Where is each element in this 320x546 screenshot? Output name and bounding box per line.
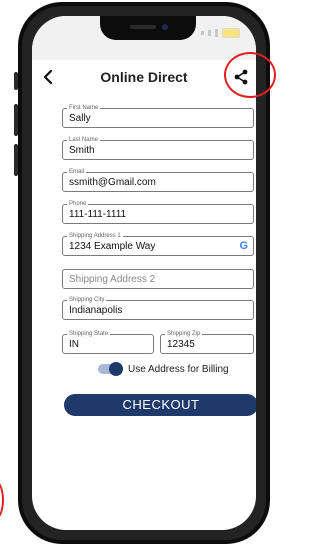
billing-toggle-label: Use Address for Billing <box>128 363 229 375</box>
last-name-value: Smith <box>69 145 95 156</box>
battery-icon <box>222 28 240 38</box>
shipping-city-field[interactable]: Shipping City Indianapolis <box>62 296 254 320</box>
signal-icon <box>208 30 211 36</box>
nav-bar: Online Direct <box>32 60 256 94</box>
page-title: Online Direct <box>100 69 188 85</box>
shipping-zip-label: Shipping Zip <box>165 330 203 338</box>
notch <box>100 16 196 40</box>
shipping-address-1-label: Shipping Address 1 <box>67 232 123 240</box>
shipping-address-2-field[interactable]: Shipping Address 2 <box>62 269 254 289</box>
shipping-address-1-field[interactable]: Shipping Address 1 1234 Example Way G <box>62 232 254 256</box>
email-field[interactable]: Email ssmith@Gmail.com <box>62 168 254 192</box>
shipping-state-value: IN <box>69 339 79 350</box>
shipping-city-label: Shipping City <box>67 296 107 304</box>
phone-field[interactable]: Phone 111-111-1111 <box>62 200 254 224</box>
email-label: Email <box>67 168 87 176</box>
shipping-city-value: Indianapolis <box>69 305 123 316</box>
checkout-button[interactable]: CHECKOUT <box>64 394 256 416</box>
front-camera <box>162 24 168 30</box>
shipping-state-field[interactable]: Shipping State IN <box>62 330 154 354</box>
speaker-grille <box>130 25 156 29</box>
shipping-address-2-placeholder: Shipping Address 2 <box>69 274 156 285</box>
first-name-label: First Name <box>67 104 101 112</box>
shipping-zip-field[interactable]: Shipping Zip 12345 <box>160 330 254 354</box>
signal-icon <box>215 29 218 37</box>
billing-toggle-row: Use Address for Billing <box>98 361 229 377</box>
status-bar <box>32 16 256 60</box>
phone-value: 111-111-1111 <box>69 209 127 220</box>
toggle-knob <box>109 362 123 376</box>
highlight-circle <box>224 52 276 98</box>
shipping-address-1-value: 1234 Example Way <box>69 241 156 252</box>
highlight-arc <box>0 480 4 520</box>
phone-label: Phone <box>67 200 89 208</box>
last-name-label: Last Name <box>67 136 101 144</box>
shipping-state-label: Shipping State <box>67 330 111 338</box>
first-name-field[interactable]: First Name Sally <box>62 104 254 128</box>
shipping-zip-value: 12345 <box>167 339 195 350</box>
signal-icon <box>201 31 204 35</box>
google-g-icon: G <box>239 240 248 252</box>
phone-screen: Online Direct First Name Sally Last Name… <box>32 16 256 530</box>
billing-toggle[interactable] <box>98 362 123 376</box>
status-icons <box>201 28 240 38</box>
email-value: ssmith@Gmail.com <box>69 177 156 188</box>
last-name-field[interactable]: Last Name Smith <box>62 136 254 160</box>
first-name-value: Sally <box>69 113 91 124</box>
